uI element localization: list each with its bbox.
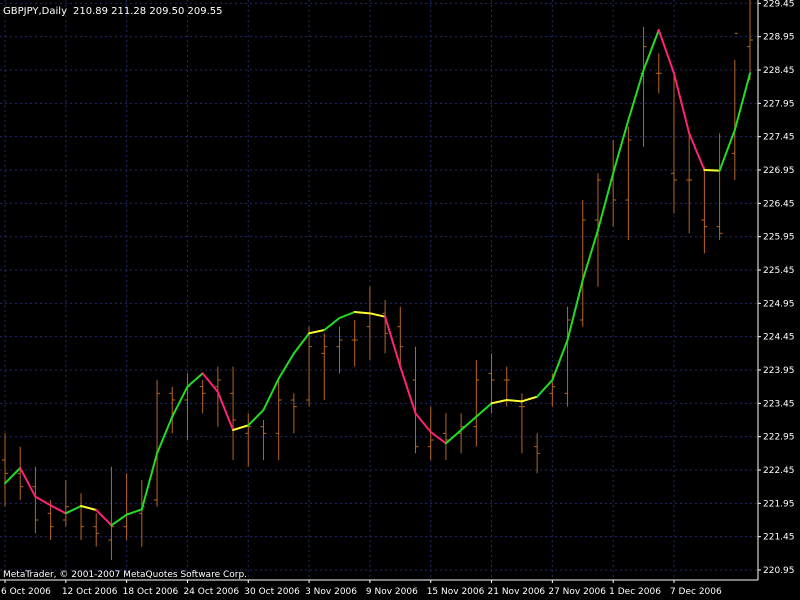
time-axis-label: 27 Nov 2006: [548, 587, 606, 597]
price-axis-label: 226.95: [763, 166, 795, 176]
chart-background: [0, 0, 800, 600]
price-axis-label: 227.45: [763, 133, 795, 143]
time-axis-label: 15 Nov 2006: [427, 587, 485, 597]
copyright-text: MetaTrader, © 2001-2007 MetaQuotes Softw…: [3, 570, 247, 580]
time-axis-label: 9 Nov 2006: [366, 587, 418, 597]
price-axis-label: 224.45: [763, 333, 795, 343]
time-axis-label: 30 Oct 2006: [244, 587, 300, 597]
price-axis-label: 220.95: [763, 566, 795, 576]
price-axis-label: 225.45: [763, 266, 795, 276]
moving-average-segment: [505, 399, 523, 403]
price-axis-label: 227.95: [763, 99, 795, 109]
price-axis-label: 223.45: [763, 399, 795, 409]
time-axis-label: 21 Nov 2006: [488, 587, 546, 597]
price-axis-label: 225.95: [763, 233, 795, 243]
price-axis-label: 228.45: [763, 66, 795, 76]
moving-average-segment: [353, 311, 371, 315]
price-axis-label: 222.95: [763, 433, 795, 443]
ohlc-values: 210.89 211.28 209.50 209.55: [73, 6, 223, 17]
time-axis-label: 7 Dec 2006: [670, 587, 722, 597]
price-axis-label: 223.95: [763, 366, 795, 376]
price-axis-label: 222.45: [763, 466, 795, 476]
chart-header: GBPJPY,Daily 210.89 211.28 209.50 209.55: [3, 6, 223, 17]
price-axis-label: 221.95: [763, 499, 795, 509]
price-axis-label: 228.95: [763, 33, 795, 43]
price-axis-label: 221.45: [763, 533, 795, 543]
price-axis-label: 226.45: [763, 199, 795, 209]
symbol-timeframe: GBPJPY,Daily: [3, 6, 67, 17]
price-axis-label: 224.95: [763, 299, 795, 309]
price-axis-label: 229.45: [763, 0, 795, 9]
time-axis-label: 3 Nov 2006: [305, 587, 357, 597]
time-axis-label: 1 Dec 2006: [609, 587, 661, 597]
moving-average-segment: [703, 169, 721, 172]
time-axis-label: 12 Oct 2006: [62, 587, 118, 597]
time-axis-label: 18 Oct 2006: [123, 587, 179, 597]
price-chart[interactable]: 229.45 228.95 228.45 227.95 227.45 226.95 226.…: [0, 0, 800, 600]
time-axis-label: 24 Oct 2006: [183, 587, 239, 597]
time-axis-label: 6 Oct 2006: [1, 587, 51, 597]
